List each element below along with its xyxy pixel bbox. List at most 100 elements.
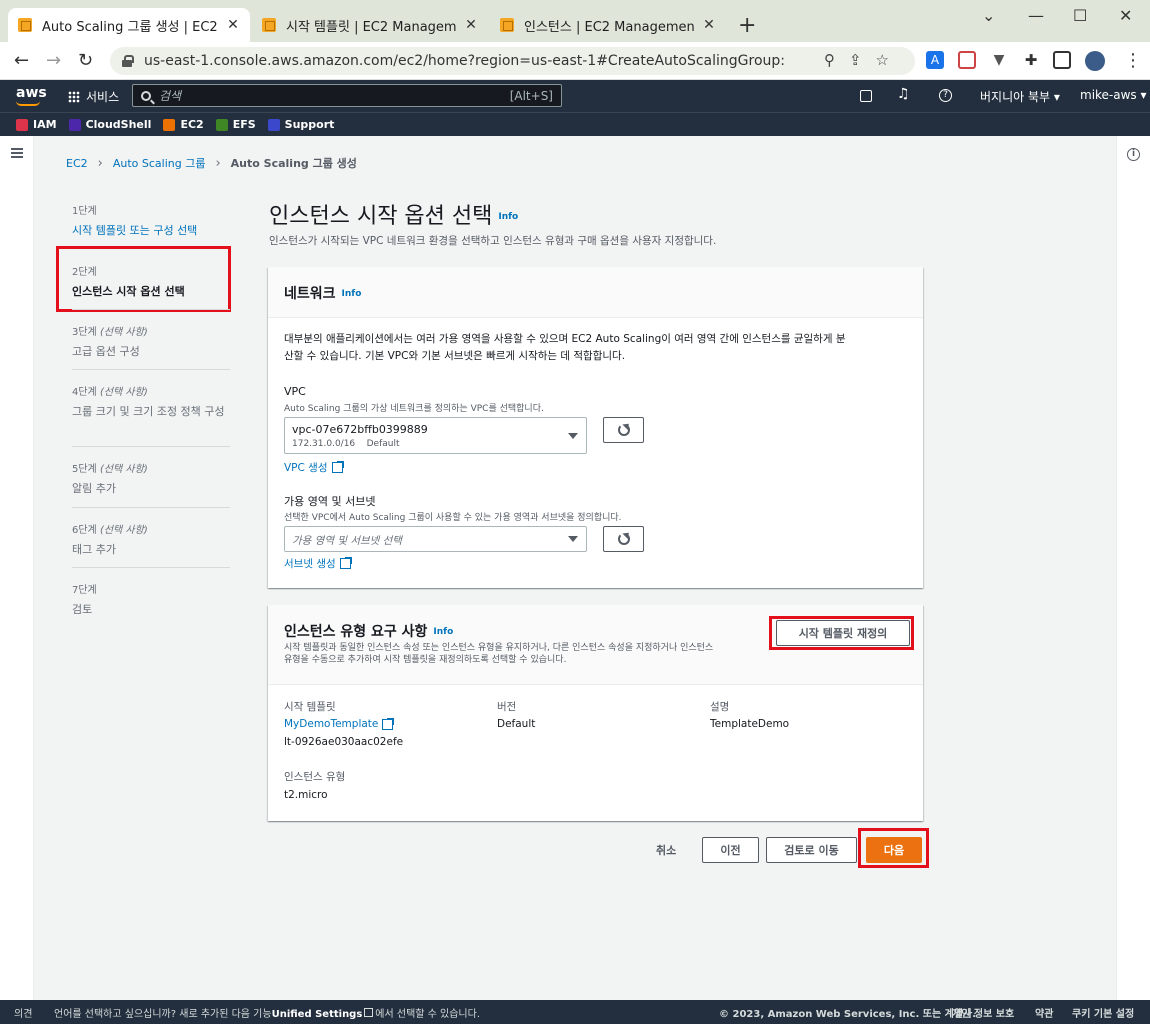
skip-to-review-button[interactable]: 검토로 이동 xyxy=(766,837,857,863)
breadcrumb: EC2 › Auto Scaling 그룹 › Auto Scaling 그룹 … xyxy=(66,155,357,171)
favorite-iam[interactable]: IAM xyxy=(16,118,57,131)
close-tab-icon[interactable]: ✕ xyxy=(464,17,478,33)
network-info-link[interactable]: Info xyxy=(342,289,362,299)
description-value: TemplateDemo xyxy=(710,718,790,730)
favorites-bar: IAM CloudShell EC2 EFS Support xyxy=(0,112,1150,136)
chevron-right-icon: › xyxy=(97,155,103,171)
close-tab-icon[interactable]: ✕ xyxy=(702,17,716,33)
vpc-description: Auto Scaling 그룹의 가상 네트워크를 정의하는 VPC를 선택합니… xyxy=(284,404,544,414)
external-link-icon xyxy=(339,557,352,569)
info-link[interactable]: Info xyxy=(498,212,518,222)
minimize-button[interactable]: — xyxy=(1028,6,1044,25)
network-panel-header: 네트워크 Info xyxy=(268,267,923,318)
vpc-select[interactable]: vpc-07e672bffb0399889 172.31.0.0/16 Defa… xyxy=(284,417,587,454)
cancel-button[interactable]: 취소 xyxy=(656,842,676,858)
privacy-link[interactable]: 개인 정보 보호 xyxy=(952,1005,1014,1020)
network-title: 네트워크 Info xyxy=(284,286,362,302)
help-icon[interactable]: ? xyxy=(939,89,952,102)
info-panel-icon[interactable]: i xyxy=(1127,148,1140,161)
divider xyxy=(72,446,230,447)
translate-extension-icon[interactable]: A xyxy=(926,51,944,69)
refresh-icon xyxy=(618,533,630,545)
maximize-button[interactable]: ☐ xyxy=(1073,6,1087,25)
unified-settings-link[interactable]: Unified Settings xyxy=(272,1009,363,1020)
reload-icon[interactable]: ↻ xyxy=(78,50,93,71)
subnet-refresh-button[interactable] xyxy=(603,526,644,552)
instance-req-info-link[interactable]: Info xyxy=(433,627,453,637)
services-menu[interactable]: 서비스 xyxy=(68,88,119,105)
refresh-icon xyxy=(618,424,630,436)
browser-tab-strip: Auto Scaling 그룹 생성 | EC2 Ma ✕ 시작 템플릿 | E… xyxy=(0,0,1150,42)
favorite-ec2[interactable]: EC2 xyxy=(163,118,204,131)
feedback-link[interactable]: 의견 xyxy=(14,1005,32,1020)
cloudshell-service-icon xyxy=(68,118,81,131)
close-tab-icon[interactable]: ✕ xyxy=(226,17,240,33)
region-selector[interactable]: 버지니아 북부 ▾ xyxy=(980,88,1060,105)
divider xyxy=(72,567,230,568)
right-side-rail: i xyxy=(1116,136,1150,1000)
tab-auto-scaling[interactable]: Auto Scaling 그룹 생성 | EC2 Ma ✕ xyxy=(8,8,250,42)
close-window-button[interactable]: ✕ xyxy=(1119,6,1132,25)
network-panel: 네트워크 Info 대부분의 애플리케이션에서는 여러 가용 영역을 사용할 수 … xyxy=(268,267,923,588)
caret-down-icon xyxy=(568,536,578,542)
bell-icon[interactable]: ♫ xyxy=(897,86,910,102)
chrome-menu-icon[interactable]: ⋮ xyxy=(1124,50,1142,71)
omnibox-actions[interactable]: ⚲⇪☆ xyxy=(824,51,903,69)
hamburger-menu-icon[interactable] xyxy=(11,148,23,158)
iam-icon xyxy=(16,118,28,131)
favorite-support[interactable]: Support xyxy=(267,118,334,131)
terms-link[interactable]: 약관 xyxy=(1035,1005,1053,1020)
sidepanel-icon[interactable] xyxy=(1053,51,1071,69)
highlight-step-2 xyxy=(56,246,231,312)
aws-favicon-icon xyxy=(18,18,32,32)
console-footer: 의견 언어를 선택하고 싶으십니까? 새로 추가된 다음 기능Unified S… xyxy=(0,1000,1150,1024)
instance-requirements-title: 인스턴스 유형 요구 사항 Info xyxy=(284,624,454,640)
account-menu[interactable]: mike-aws ▾ xyxy=(1080,88,1147,102)
puzzle-icon[interactable]: ✚ xyxy=(1022,51,1040,69)
vue-extension-icon[interactable]: ▼ xyxy=(990,51,1008,69)
language-notice: 언어를 선택하고 싶으십니까? 새로 추가된 다음 기능Unified Sett… xyxy=(54,1007,481,1020)
step-5: 5단계 (선택 사항) 알림 추가 xyxy=(72,464,148,495)
cloudshell-icon[interactable] xyxy=(860,90,872,102)
instance-type-value: t2.micro xyxy=(284,789,328,801)
step-7: 7단계 검토 xyxy=(72,585,97,616)
search-icon xyxy=(141,90,151,101)
aws-favicon-icon xyxy=(500,18,514,32)
breadcrumb-auto-scaling[interactable]: Auto Scaling 그룹 xyxy=(113,155,206,171)
forward-icon[interactable]: → xyxy=(46,50,61,71)
back-icon[interactable]: ← xyxy=(14,50,29,71)
tab-launch-templates[interactable]: 시작 템플릿 | EC2 Management ✕ xyxy=(252,8,488,42)
aws-search-input[interactable]: 검색 [Alt+S] xyxy=(132,84,562,107)
previous-button[interactable]: 이전 xyxy=(702,837,759,863)
efs-icon xyxy=(215,118,228,131)
page-description: 인스턴스가 시작되는 VPC 네트워크 환경을 선택하고 인스턴스 유형과 구매… xyxy=(269,235,717,247)
step-1[interactable]: 1단계 시작 템플릿 또는 구성 선택 xyxy=(72,202,232,239)
aws-favicon-icon xyxy=(262,18,276,32)
new-tab-button[interactable]: + xyxy=(738,13,756,38)
tab-instances[interactable]: 인스턴스 | EC2 Management Co ✕ xyxy=(490,8,726,42)
create-subnet-link[interactable]: 서브넷 생성 xyxy=(284,556,352,571)
create-vpc-link[interactable]: VPC 생성 xyxy=(284,460,344,475)
divider xyxy=(72,309,230,310)
highlight-override-button xyxy=(769,616,914,650)
favorite-cloudshell[interactable]: CloudShell xyxy=(68,118,151,131)
version-value: Default xyxy=(497,718,536,730)
az-subnet-select[interactable]: 가용 영역 및 서브넷 선택 xyxy=(284,526,587,552)
profile-avatar[interactable] xyxy=(1085,51,1105,71)
az-subnet-label: 가용 영역 및 서브넷 xyxy=(284,495,376,508)
external-link-icon xyxy=(331,461,344,473)
description-key: 설명 xyxy=(710,701,730,713)
url-field[interactable]: us-east-1.console.aws.amazon.com/ec2/hom… xyxy=(110,47,915,75)
breadcrumb-ec2[interactable]: EC2 xyxy=(66,157,88,170)
aws-logo[interactable]: aws xyxy=(16,85,47,106)
tab-search-icon[interactable]: ⌄ xyxy=(982,6,995,25)
extension-icon[interactable] xyxy=(958,51,976,69)
divider xyxy=(72,507,230,508)
cookie-preferences-link[interactable]: 쿠키 기본 설정 xyxy=(1072,1005,1134,1020)
instance-type-key: 인스턴스 유형 xyxy=(284,771,346,783)
lock-icon xyxy=(122,55,134,67)
grid-icon xyxy=(68,90,80,103)
launch-template-link[interactable]: MyDemoTemplate xyxy=(284,717,395,730)
vpc-refresh-button[interactable] xyxy=(603,417,644,443)
favorite-efs[interactable]: EFS xyxy=(215,118,256,131)
